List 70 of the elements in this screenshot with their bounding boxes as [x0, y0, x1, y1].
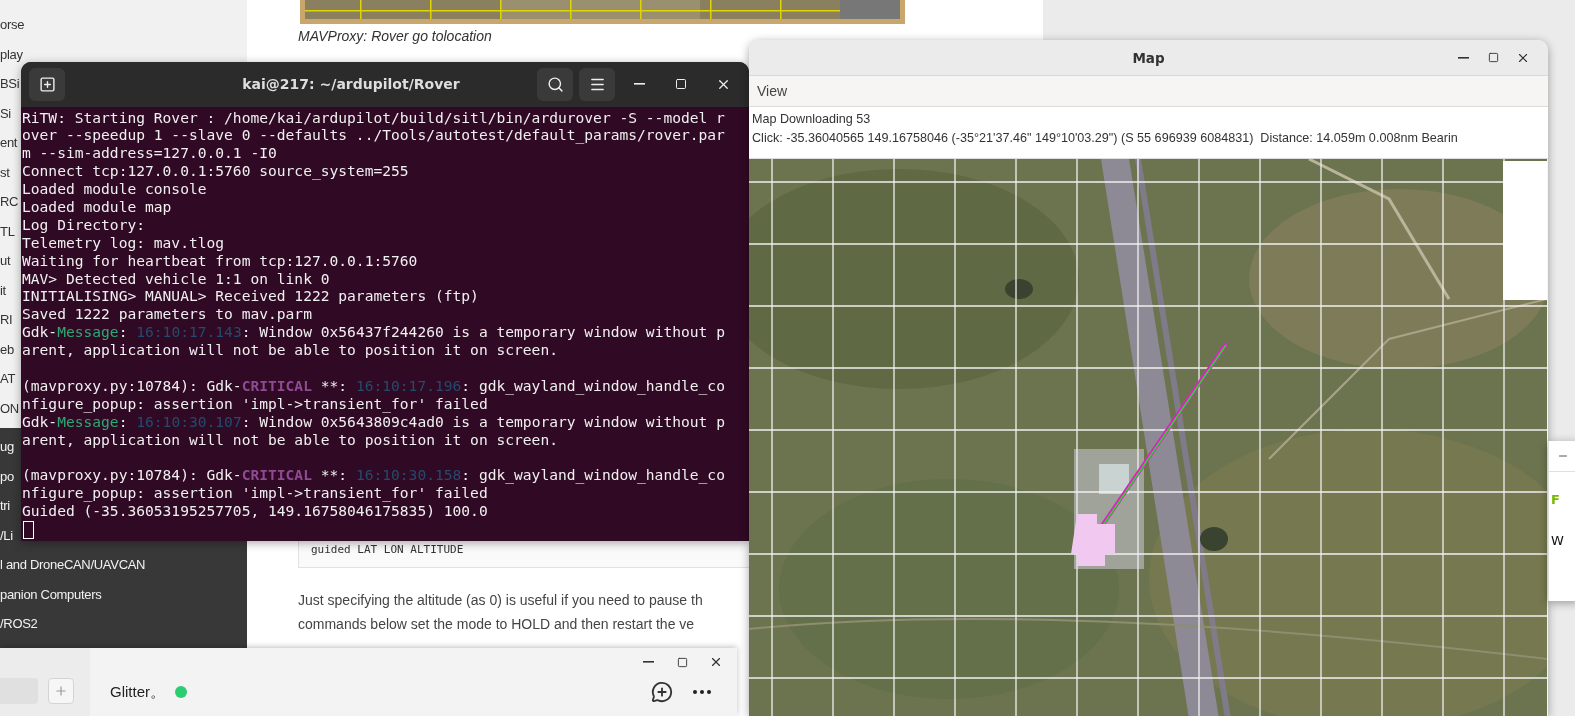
sidebar-item[interactable]: po — [0, 468, 14, 484]
terminal-line: INITIALISING> MANUAL> Received 1222 parameters (ftp) — [22, 287, 479, 306]
sidebar-item[interactable]: panion Computers — [0, 586, 102, 602]
sidebar-item[interactable]: it — [0, 282, 6, 298]
maximize-icon — [676, 656, 688, 668]
window-text: W — [1551, 533, 1565, 548]
text-cursor — [23, 521, 34, 539]
sidebar-item[interactable]: ug — [0, 439, 14, 455]
terminal-line: Telemetry log: mav.tlog — [22, 233, 225, 252]
terminal-line: Loaded module map — [22, 197, 172, 216]
paragraph-line: Just specifying the altitude (as 0) is useful if you need to pause th — [298, 591, 703, 610]
window-text: F — [1551, 492, 1561, 507]
sidebar-item[interactable]: /ROS2 — [0, 616, 38, 632]
terminal-line: Connect tcp:127.0.0.1:5760 source_system=255 — [22, 162, 409, 181]
terminal-line: Gdk-Message: 16:10:17.143: Window 0x56437f244260 is a temporary window without p — [22, 323, 725, 342]
sidebar-item[interactable]: /Li — [0, 527, 13, 543]
terminal-line: Saved 1222 parameters to mav.parm — [22, 305, 312, 324]
new-tab-icon — [38, 75, 56, 93]
figure-caption: MAVProxy: Rover go tolocation — [298, 28, 492, 44]
sidebar-item[interactable]: ent — [0, 135, 18, 151]
terminal-line: Guided (-35.36053195257705, 149.16758046175835) 100.0 — [22, 502, 488, 520]
maximize-icon — [1487, 52, 1499, 63]
sidebar-item[interactable]: AT — [0, 371, 16, 387]
sidebar-item[interactable]: l and DroneCAN/UAVCAN — [0, 557, 146, 573]
terminal-line: Loaded module console — [22, 180, 207, 198]
terminal-line: m --sim-address=127.0.0.1 -I0 — [22, 144, 277, 163]
terminal-line: over --speedup 1 --slave 0 --defaults ../Tools/autotest/default_params/rover.par — [22, 126, 725, 145]
paragraph-line: commands below set the mode to HOLD and then restart the ve — [298, 615, 695, 634]
sidebar-item[interactable]: ON — [0, 400, 19, 416]
terminal-line: arent, application will not be able to position it on screen. — [22, 430, 558, 449]
search-button[interactable] — [537, 67, 573, 101]
more-icon — [693, 690, 711, 694]
status-line: Map Downloading 53 — [752, 111, 871, 128]
sidebar-item[interactable]: orse — [0, 17, 25, 33]
close-icon — [709, 655, 723, 669]
terminal-line: nfigure_popup: assertion 'impl->transient_for' failed — [22, 484, 488, 503]
terminal-line: nfigure_popup: assertion 'impl->transient_for' failed — [22, 394, 488, 413]
chat-name: Glitter。 — [110, 682, 165, 702]
minimize-icon — [633, 83, 645, 86]
window-title: kai@217: ~/ardupilot/Rover — [241, 76, 461, 93]
new-tab-button[interactable] — [29, 67, 65, 101]
window-title: Map — [1131, 49, 1166, 66]
menu-item[interactable]: View — [755, 81, 790, 101]
chat-plus-icon — [651, 681, 673, 703]
terminal-line: RiTW: Starting Rover : /home/kai/ardupilot/build/sitl/bin/ardurover -S --model r — [22, 108, 725, 127]
terminal-line: Log Directory: — [22, 215, 145, 234]
sidebar-item[interactable]: play — [0, 46, 23, 62]
sidebar-item[interactable]: RC — [0, 194, 19, 210]
status-line: Click: -35.36040565 149.16758046 (-35°21'37.46" 149°10'03.29") (S 55 696939 6084831) Distance: 14.059m 0.008nm Bearin — [752, 130, 1458, 147]
terminal-line: Gdk-Message: 16:10:30.107: Window 0x5643809c4ad0 is a temporary window without p — [22, 412, 725, 431]
terminal-line: arent, application will not be able to position it on screen. — [22, 341, 558, 359]
sidebar-item[interactable]: Si — [0, 105, 11, 121]
terminal-line: (mavproxy.py:10784): Gdk-CRITICAL **: 16:10:30.158: gdk_wayland_window_handle_co — [22, 466, 725, 485]
search-icon — [546, 75, 564, 93]
plus-icon — [54, 684, 68, 698]
sidebar-item[interactable]: st — [0, 164, 10, 180]
vehicle-icon — [1071, 514, 1115, 566]
sidebar-item[interactable]: eb — [0, 341, 14, 357]
minimize-icon — [642, 661, 654, 663]
terminal-line: MAV> Detected vehicle 1:1 on link 0 — [22, 269, 330, 288]
sidebar-item[interactable]: tri — [0, 498, 10, 514]
terminal-line: Waiting for heartbeat from tcp:127.0.0.1:5760 — [22, 251, 418, 270]
minimize-icon — [1457, 56, 1469, 59]
sidebar-item[interactable]: TL — [0, 223, 15, 239]
sidebar-item[interactable]: BSi — [0, 76, 20, 92]
maximize-icon — [675, 78, 687, 91]
terminal-line: (mavproxy.py:10784): Gdk-CRITICAL **: 16:10:17.196: gdk_wayland_window_handle_co — [22, 376, 725, 395]
sidebar-item[interactable]: RI — [0, 312, 13, 328]
sidebar-item[interactable]: ut — [0, 253, 11, 269]
menu-button[interactable] — [579, 67, 615, 101]
